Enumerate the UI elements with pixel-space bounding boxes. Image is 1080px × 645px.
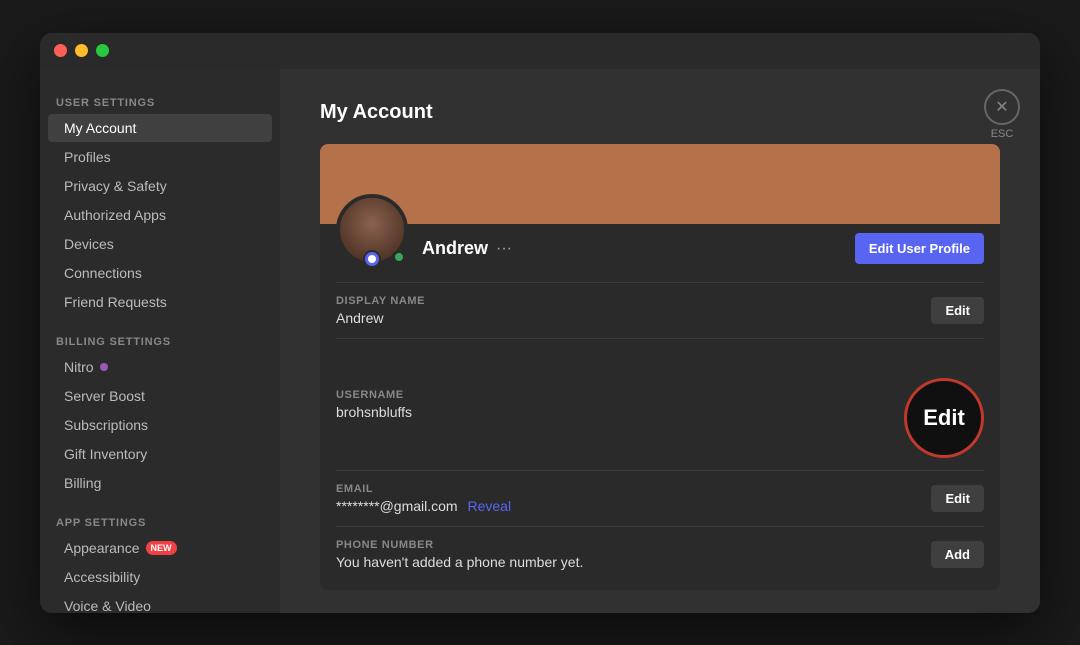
field-row-email: EMAIL ********@gmail.com Reveal Edit (336, 470, 984, 526)
profile-banner (320, 144, 1000, 224)
titlebar (40, 33, 1040, 69)
sidebar-item-privacy-safety[interactable]: Privacy & Safety (48, 172, 272, 200)
sidebar: USER SETTINGS My Account Profiles Privac… (40, 69, 280, 613)
esc-label: ESC (991, 128, 1014, 140)
sidebar-item-connections[interactable]: Connections (48, 259, 272, 287)
sidebar-item-voice-video[interactable]: Voice & Video (48, 592, 272, 613)
sidebar-item-label: Devices (64, 236, 114, 252)
online-status-dot (392, 250, 406, 264)
field-content-display-name: DISPLAY NAME Andrew (336, 295, 931, 326)
minimize-button[interactable] (75, 44, 88, 57)
page-title: My Account (320, 101, 1000, 124)
sidebar-item-label: Connections (64, 265, 142, 281)
sidebar-item-label: Gift Inventory (64, 446, 147, 462)
sidebar-item-label: Server Boost (64, 388, 145, 404)
sidebar-item-label: Subscriptions (64, 417, 148, 433)
new-badge: NEW (146, 541, 177, 555)
sidebar-item-my-account[interactable]: My Account (48, 114, 272, 142)
traffic-lights (54, 44, 109, 57)
profile-card: Andrew ··· Edit User Profile DISPLAY NAM… (320, 144, 1000, 590)
edit-email-button[interactable]: Edit (931, 485, 984, 512)
sidebar-item-label: Nitro (64, 359, 94, 375)
sidebar-item-label: Profiles (64, 149, 111, 165)
field-row-phone: PHONE NUMBER You haven't added a phone n… (336, 526, 984, 582)
field-value-display-name: Andrew (336, 310, 931, 326)
profile-fields: DISPLAY NAME Andrew Edit USERNAME brohsn… (320, 282, 1000, 590)
sidebar-item-billing[interactable]: Billing (48, 469, 272, 497)
nitro-badge-inner (368, 255, 376, 263)
username-edit-label[interactable]: Edit (923, 405, 965, 431)
billing-settings-label: BILLING SETTINGS (40, 328, 280, 352)
field-content-phone: PHONE NUMBER You haven't added a phone n… (336, 539, 931, 570)
sidebar-item-appearance[interactable]: Appearance NEW (48, 534, 272, 562)
reveal-email-link[interactable]: Reveal (467, 498, 511, 514)
field-row-display-name: DISPLAY NAME Andrew Edit (336, 282, 984, 338)
sidebar-item-label: Accessibility (64, 569, 140, 585)
app-window: USER SETTINGS My Account Profiles Privac… (40, 33, 1040, 613)
sidebar-item-gift-inventory[interactable]: Gift Inventory (48, 440, 272, 468)
nitro-dot-icon (100, 363, 108, 371)
add-phone-button[interactable]: Add (931, 541, 984, 568)
avatar-wrap (336, 194, 408, 266)
username-edit-circle-highlight: Edit (904, 378, 984, 458)
sidebar-item-label: Appearance (64, 540, 140, 556)
field-content-email: EMAIL ********@gmail.com Reveal (336, 483, 931, 514)
sidebar-item-profiles[interactable]: Profiles (48, 143, 272, 171)
sidebar-item-label: Billing (64, 475, 101, 491)
field-label-username: USERNAME (336, 389, 904, 401)
edit-user-profile-button[interactable]: Edit User Profile (855, 233, 984, 264)
sidebar-item-accessibility[interactable]: Accessibility (48, 563, 272, 591)
esc-button[interactable]: ✕ ESC (984, 89, 1020, 140)
sidebar-item-label: Voice & Video (64, 598, 151, 613)
sidebar-item-authorized-apps[interactable]: Authorized Apps (48, 201, 272, 229)
sidebar-item-label: Authorized Apps (64, 207, 166, 223)
username-display: Andrew (422, 238, 488, 259)
sidebar-item-friend-requests[interactable]: Friend Requests (48, 288, 272, 316)
field-value-username: brohsnbluffs (336, 404, 904, 420)
field-content-username: USERNAME brohsnbluffs (336, 389, 904, 420)
more-options-button[interactable]: ··· (496, 240, 512, 258)
field-label-email: EMAIL (336, 483, 931, 495)
app-settings-label: APP SETTINGS (40, 509, 280, 533)
field-row-username: USERNAME brohsnbluffs Edit Edit (336, 338, 984, 470)
content-area: ✕ ESC My Account (280, 69, 1040, 613)
field-value-phone: You haven't added a phone number yet. (336, 554, 931, 570)
email-masked-value: ********@gmail.com (336, 498, 458, 514)
field-value-email: ********@gmail.com Reveal (336, 498, 931, 514)
sidebar-item-nitro[interactable]: Nitro (48, 353, 272, 381)
sidebar-item-label: My Account (64, 120, 136, 136)
edit-display-name-button[interactable]: Edit (931, 297, 984, 324)
user-settings-label: USER SETTINGS (40, 89, 280, 113)
sidebar-item-subscriptions[interactable]: Subscriptions (48, 411, 272, 439)
esc-circle-icon: ✕ (984, 89, 1020, 125)
sidebar-item-label: Friend Requests (64, 294, 167, 310)
profile-info-row: Andrew ··· Edit User Profile (320, 224, 1000, 282)
maximize-button[interactable] (96, 44, 109, 57)
close-button[interactable] (54, 44, 67, 57)
field-label-phone: PHONE NUMBER (336, 539, 931, 551)
sidebar-item-devices[interactable]: Devices (48, 230, 272, 258)
nitro-badge-icon (363, 250, 381, 268)
username-row: Andrew ··· Edit User Profile (422, 233, 984, 264)
sidebar-item-label: Privacy & Safety (64, 178, 167, 194)
field-label-display-name: DISPLAY NAME (336, 295, 931, 307)
main-layout: USER SETTINGS My Account Profiles Privac… (40, 69, 1040, 613)
sidebar-item-server-boost[interactable]: Server Boost (48, 382, 272, 410)
